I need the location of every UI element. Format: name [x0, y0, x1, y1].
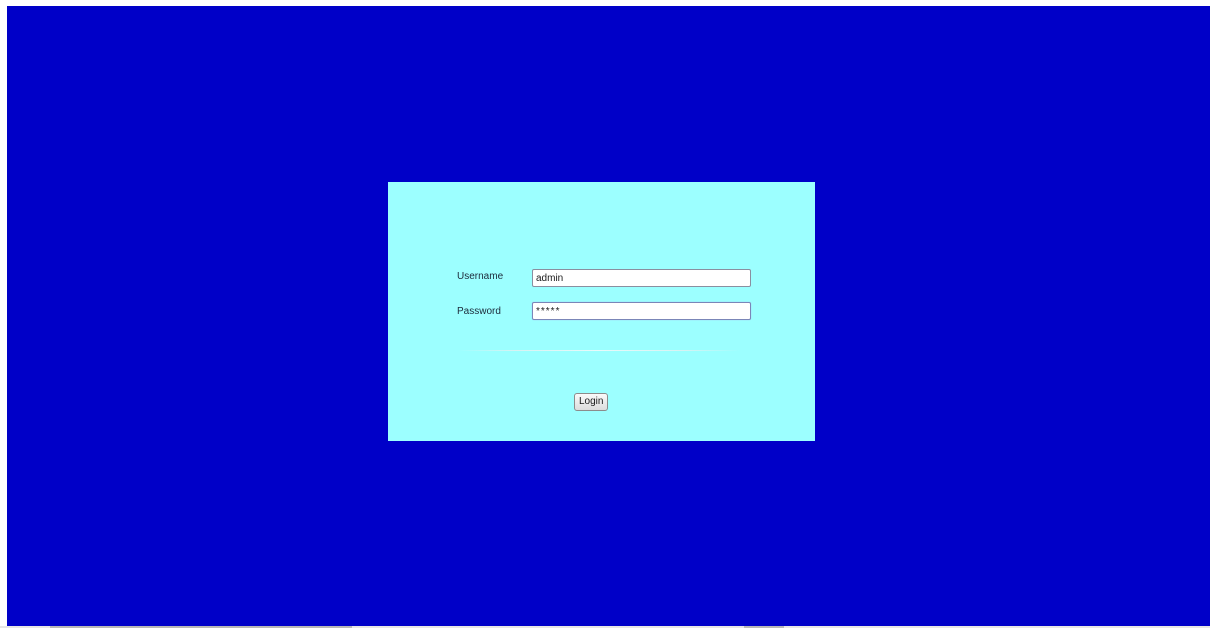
login-button[interactable]: Login [574, 393, 609, 411]
page-background: Username Password Login [7, 6, 1210, 626]
login-panel: Username Password Login [388, 182, 815, 441]
username-input[interactable] [532, 269, 751, 287]
username-label: Username [457, 271, 504, 282]
password-label: Password [457, 306, 501, 317]
form-divider [458, 350, 740, 351]
password-input[interactable] [532, 302, 751, 320]
